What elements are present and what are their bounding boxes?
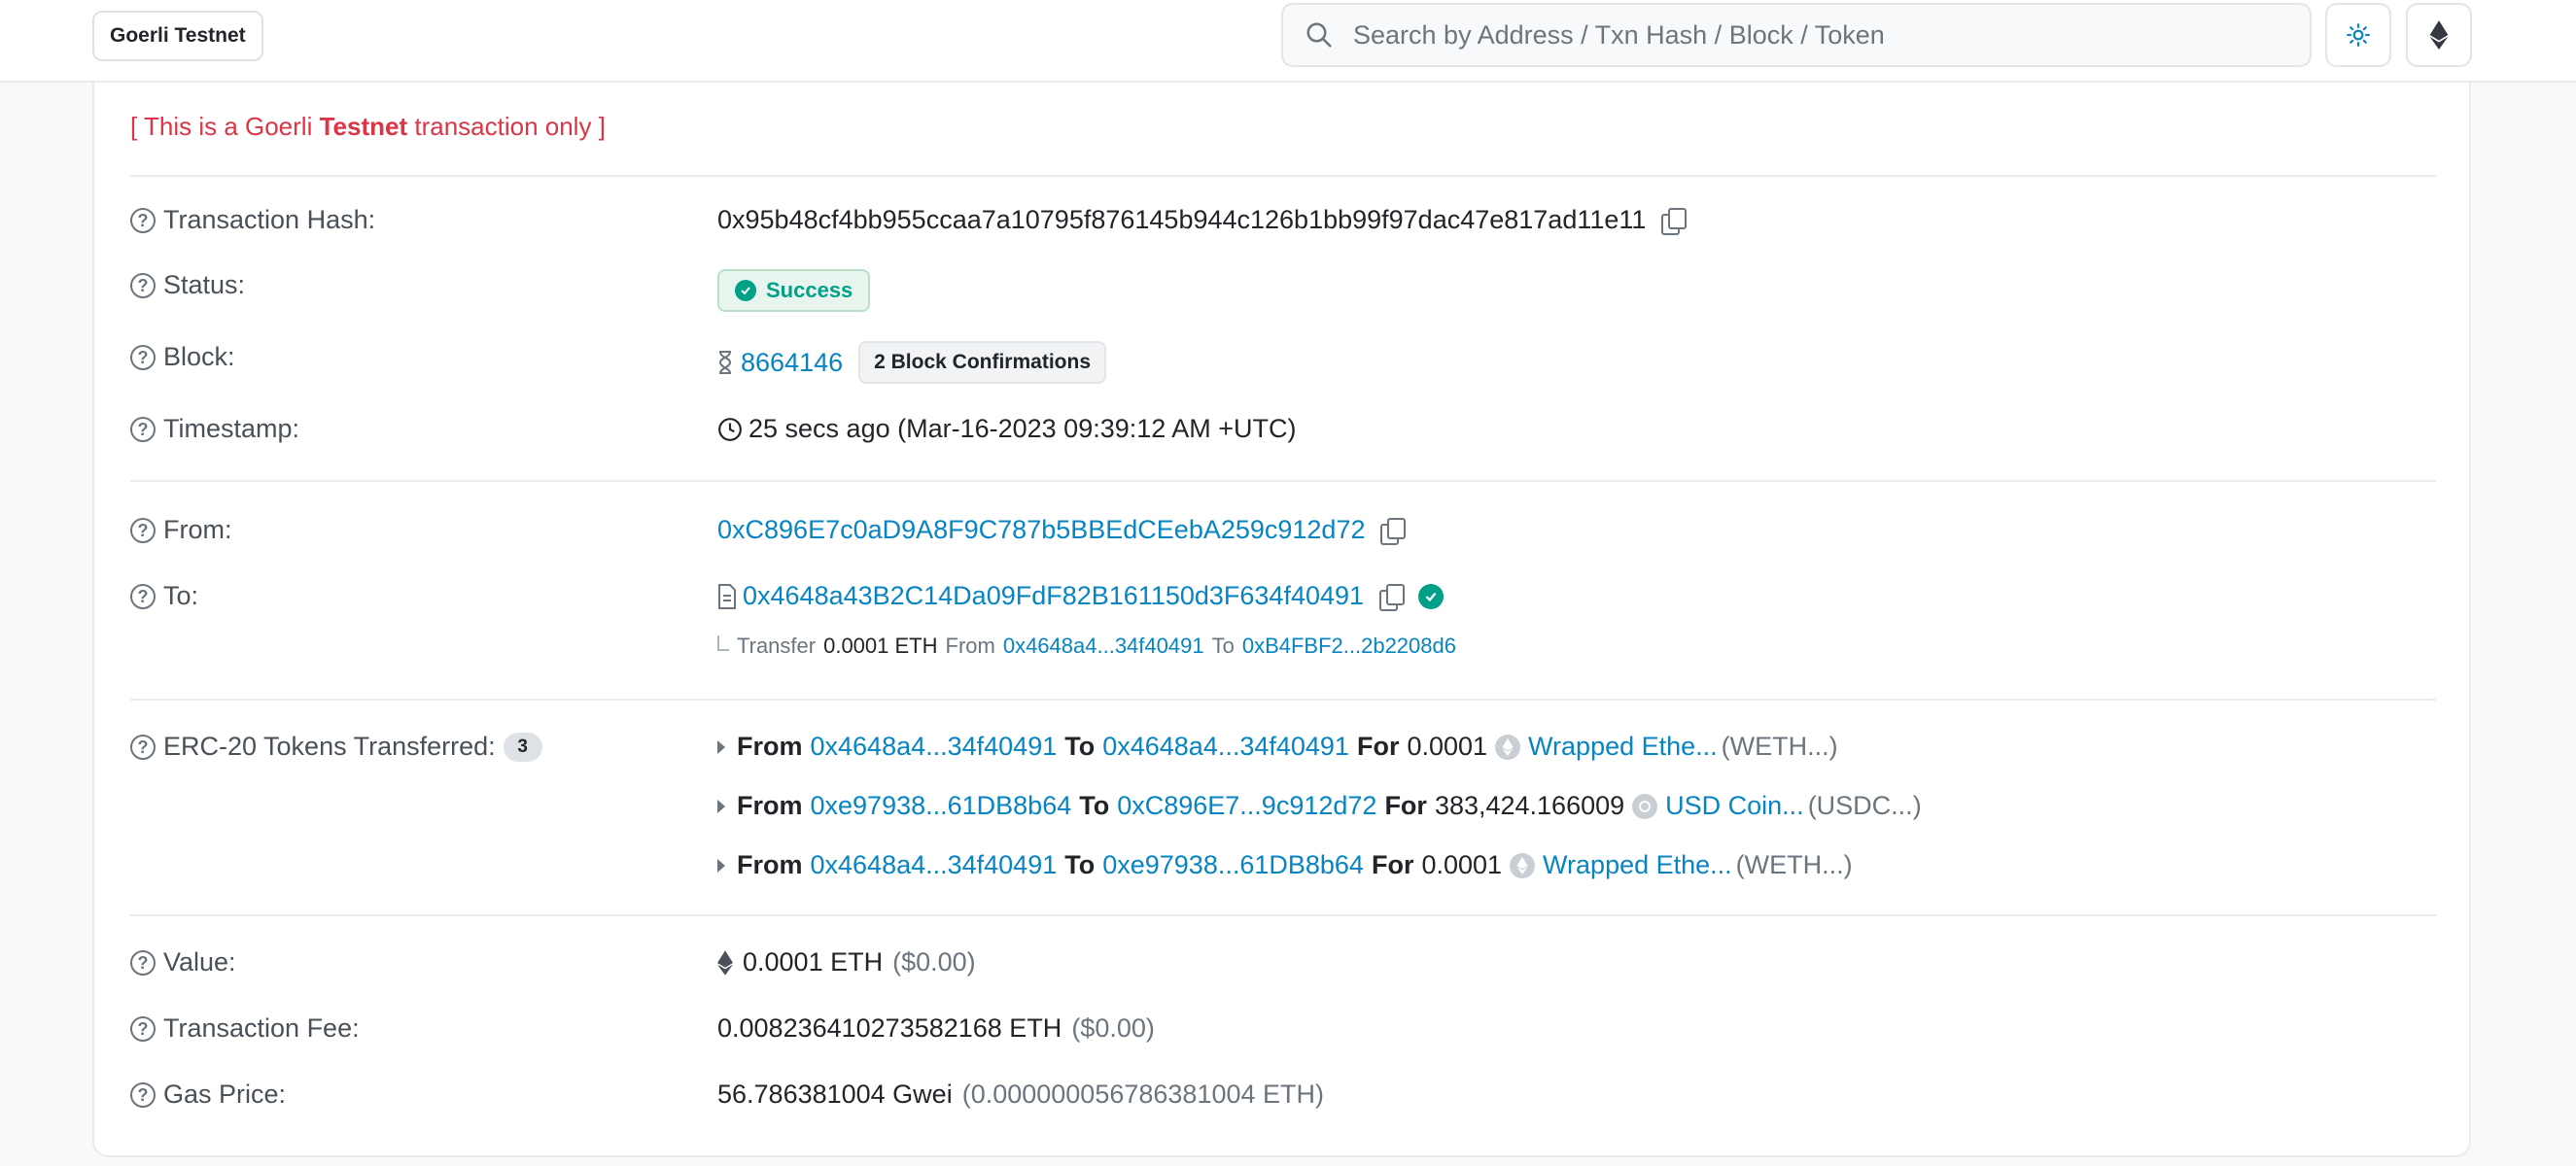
status-label: ? Status: [130, 270, 245, 300]
to-address-link[interactable]: 0x4648a43B2C14Da09FdF82B161150d3F634f404… [743, 581, 1364, 611]
erc20-transfer-row[interactable]: From 0x4648a4...34f40491 To 0x4648a4...3… [717, 732, 1838, 762]
help-icon[interactable]: ? [130, 344, 156, 370]
help-icon[interactable]: ? [130, 734, 156, 760]
ethereum-icon [717, 949, 733, 976]
token-to-link[interactable]: 0xC896E7...9c912d72 [1117, 791, 1376, 821]
help-icon[interactable]: ? [130, 583, 156, 609]
block-number-link[interactable]: 8664146 [741, 348, 843, 378]
status-badge: Success [717, 269, 871, 312]
erc20-transfer-row[interactable]: From 0xe97938...61DB8b64 To 0xC896E7...9… [717, 791, 1922, 821]
transaction-hash-value: 0x95b48cf4bb955ccaa7a10795f876145b944c12… [717, 205, 1688, 235]
transaction-hash-label: ? Transaction Hash: [130, 205, 375, 235]
ethereum-icon [2429, 20, 2449, 50]
caret-right-icon[interactable] [717, 739, 725, 754]
token-logo-icon [1495, 734, 1521, 760]
divider [130, 699, 2436, 701]
from-address-link[interactable]: 0xC896E7c0aD9A8F9C787b5BBEdCEebA259c912d… [717, 515, 1365, 545]
token-logo-icon [1510, 852, 1536, 878]
divider [130, 175, 2436, 177]
fee-amount: 0.008236410273582168 ETH ($0.00) [717, 1013, 1155, 1043]
hourglass-icon [718, 351, 732, 374]
help-icon[interactable]: ? [130, 416, 156, 442]
caret-right-icon[interactable] [717, 799, 725, 813]
check-circle-icon [735, 280, 756, 301]
search-box[interactable] [1281, 3, 2312, 67]
erc20-count-badge: 3 [503, 732, 542, 762]
token-name-link[interactable]: Wrapped Ethe... [1528, 732, 1718, 762]
block-value: 8664146 2 Block Confirmations [717, 341, 1106, 384]
branch-corner-icon [717, 635, 729, 651]
network-badge[interactable]: Goerli Testnet [92, 11, 263, 61]
timestamp-label: ? Timestamp: [130, 414, 299, 444]
gas-price-amount: 56.786381004 Gwei (0.000000056786381004 … [717, 1080, 1324, 1109]
erc20-transfer-row[interactable]: From 0x4648a4...34f40491 To 0xe97938...6… [717, 850, 1853, 880]
help-icon[interactable]: ? [130, 1015, 156, 1042]
verified-contract-icon [1418, 583, 1445, 609]
erc20-label: ? ERC-20 Tokens Transferred: 3 [130, 732, 542, 762]
token-from-link[interactable]: 0x4648a4...34f40491 [811, 850, 1058, 880]
divider [130, 914, 2436, 916]
caret-right-icon[interactable] [717, 858, 725, 873]
block-label: ? Block: [130, 342, 235, 372]
confirmations-badge: 2 Block Confirmations [858, 341, 1106, 384]
contract-file-icon [718, 583, 736, 609]
copy-icon[interactable] [1380, 517, 1407, 545]
value-label: ? Value: [130, 947, 236, 977]
token-to-link[interactable]: 0xe97938...61DB8b64 [1102, 850, 1364, 880]
token-name-link[interactable]: USD Coin... [1665, 791, 1804, 821]
sun-icon [2347, 23, 2370, 47]
theme-toggle-button[interactable] [2325, 3, 2391, 67]
internal-to-link[interactable]: 0xB4FBF2...2b2208d6 [1242, 634, 1456, 659]
divider [130, 480, 2436, 482]
fee-label: ? Transaction Fee: [130, 1013, 360, 1044]
internal-transfer-line: Transfer 0.0001 ETH From 0x4648a4...34f4… [717, 634, 1464, 659]
token-to-link[interactable]: 0x4648a4...34f40491 [1102, 732, 1349, 762]
token-from-link[interactable]: 0x4648a4...34f40491 [811, 732, 1058, 762]
copy-icon[interactable] [1661, 207, 1688, 235]
help-icon[interactable]: ? [130, 517, 156, 543]
testnet-banner: [ This is a Goerli Testnet transaction o… [130, 112, 606, 141]
search-icon [1306, 22, 1332, 48]
timestamp-value: 25 secs ago (Mar-16-2023 09:39:12 AM +UT… [717, 414, 1297, 444]
top-bar: Goerli Testnet [0, 0, 2576, 83]
token-logo-icon [1632, 793, 1658, 819]
network-switch-button[interactable] [2406, 3, 2472, 67]
gas-price-label: ? Gas Price: [130, 1080, 286, 1110]
token-from-link[interactable]: 0xe97938...61DB8b64 [811, 791, 1072, 821]
help-icon[interactable]: ? [130, 272, 156, 298]
search-input[interactable] [1353, 19, 2286, 51]
transaction-details-card: [ This is a Goerli Testnet transaction o… [92, 83, 2471, 1157]
help-icon[interactable]: ? [130, 1081, 156, 1108]
from-label: ? From: [130, 515, 232, 545]
internal-from-link[interactable]: 0x4648a4...34f40491 [1003, 634, 1204, 659]
to-value: 0x4648a43B2C14Da09FdF82B161150d3F634f404… [717, 581, 1445, 611]
token-name-link[interactable]: Wrapped Ethe... [1543, 850, 1732, 880]
from-value: 0xC896E7c0aD9A8F9C787b5BBEdCEebA259c912d… [717, 515, 1407, 545]
clock-icon [718, 417, 742, 441]
copy-icon[interactable] [1379, 583, 1406, 611]
value-amount: 0.0001 ETH ($0.00) [717, 947, 976, 977]
to-label: ? To: [130, 581, 198, 611]
help-icon[interactable]: ? [130, 207, 156, 233]
help-icon[interactable]: ? [130, 949, 156, 976]
status-value: Success [717, 269, 871, 312]
